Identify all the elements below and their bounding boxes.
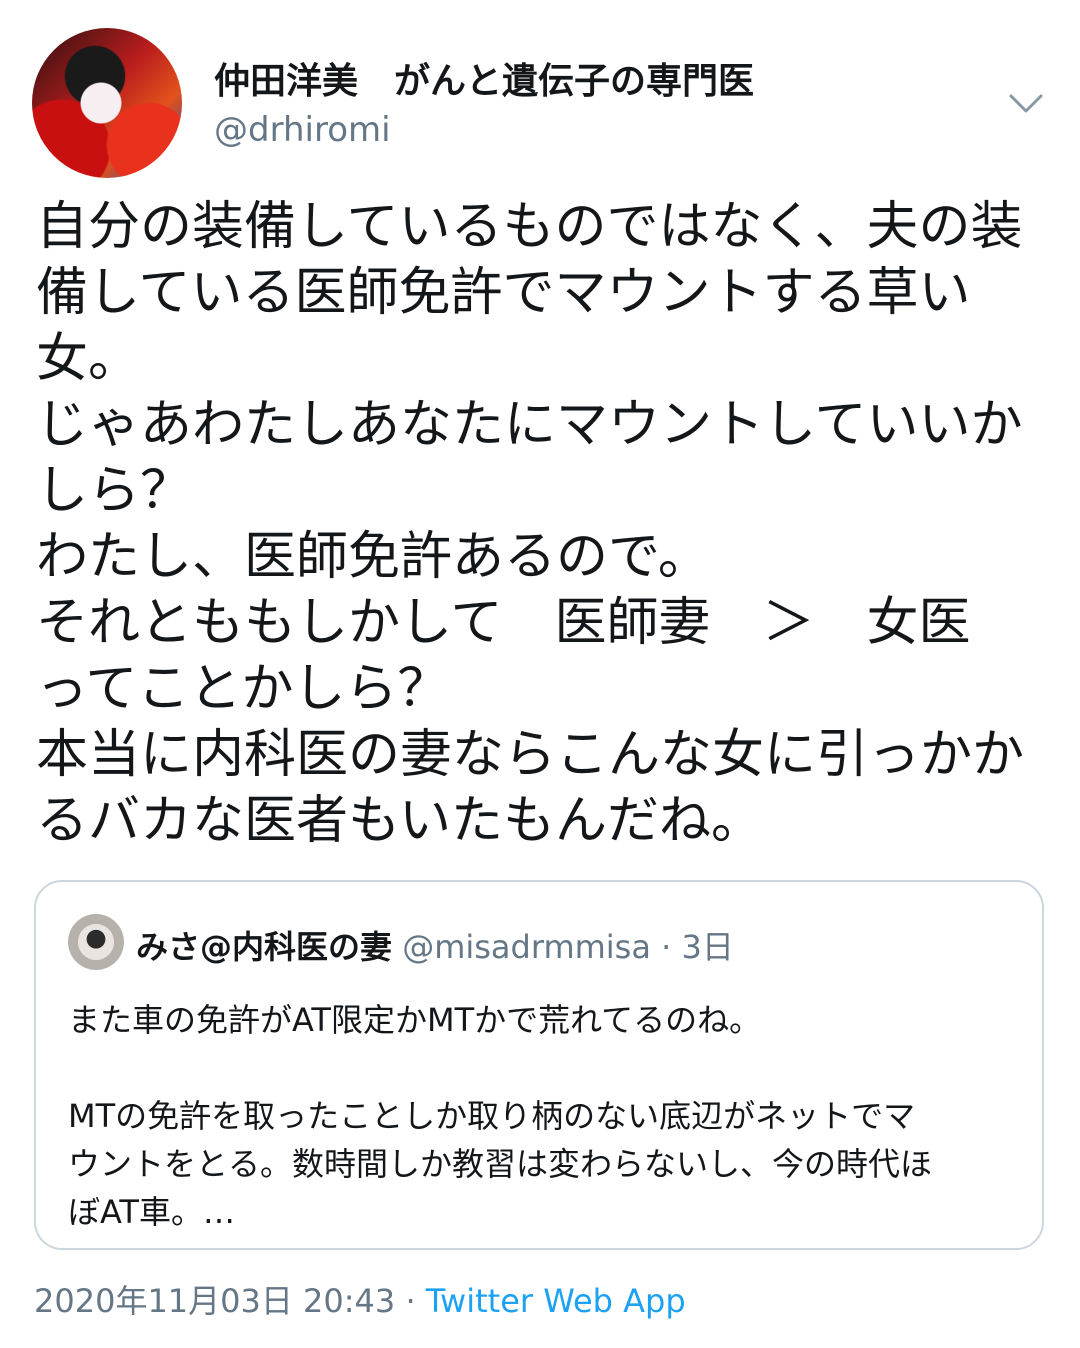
quoted-line: ウントをとる。数時間しか教習は変わらないし、今の時代ほ xyxy=(68,1145,933,1183)
quoted-time: 3日 xyxy=(681,928,734,966)
quoted-line: ぼAT車。… xyxy=(68,1193,235,1231)
tweet-line: ってことかしら？ xyxy=(36,659,450,719)
quoted-author-handle: @misadrmmisa xyxy=(402,928,651,966)
tweet-line: るバカな医者もいたもんだね。 xyxy=(36,791,763,851)
quoted-line: MTの免許を取ったことしか取り柄のない底辺がネットでマ xyxy=(68,1097,916,1135)
tweet-line: 本当に内科医の妻ならこんな女に引っかか xyxy=(36,725,1025,785)
author-handle[interactable]: @drhiromi xyxy=(214,110,391,150)
tweet-line: 備している医師免許でマウントする草い xyxy=(36,263,971,323)
tweet-timestamp[interactable]: 2020年11月03日 20:43 xyxy=(34,1282,395,1320)
tweet-line: 自分の装備しているものではなく、夫の装 xyxy=(36,197,1023,257)
tweet-footer: 2020年11月03日 20:43 · Twitter Web App xyxy=(34,1276,686,1322)
quoted-author-name: みさ@内科医の妻 xyxy=(136,928,393,966)
tweet-line: しら？ xyxy=(36,461,193,521)
tweet-line: それとももしかして 医師妻 ＞ 女医 xyxy=(36,593,971,653)
quoted-line: また車の免許がAT限定かMTかで荒れてるのね。 xyxy=(68,1001,762,1039)
author-name[interactable]: 仲田洋美 がんと遺伝子の専門医 xyxy=(214,52,754,104)
chevron-down-icon[interactable] xyxy=(1008,92,1044,116)
footer-separator: · xyxy=(405,1282,416,1320)
tweet-text: 自分の装備しているものではなく、夫の装 備している医師免許でマウントする草い 女… xyxy=(36,194,1036,854)
quoted-separator: · xyxy=(661,928,682,966)
quoted-author-avatar xyxy=(68,914,124,970)
tweet-line: じゃあわたしあなたにマウントしていいか xyxy=(36,395,1023,455)
quoted-tweet-text: また車の免許がAT限定かMTかで荒れてるのね。 MTの免許を取ったことしか取り柄… xyxy=(68,996,1018,1236)
quoted-tweet-card[interactable]: みさ@内科医の妻 @misadrmmisa · 3日 また車の免許がAT限定かM… xyxy=(34,880,1044,1250)
quoted-tweet-header: みさ@内科医の妻 @misadrmmisa · 3日 xyxy=(136,922,734,968)
tweet-source-link[interactable]: Twitter Web App xyxy=(426,1282,686,1320)
tweet-line: 女。 xyxy=(36,329,141,389)
author-avatar[interactable] xyxy=(32,28,182,178)
tweet-line: わたし、医師免許あるので。 xyxy=(36,527,710,587)
quoted-line xyxy=(68,1044,1018,1092)
